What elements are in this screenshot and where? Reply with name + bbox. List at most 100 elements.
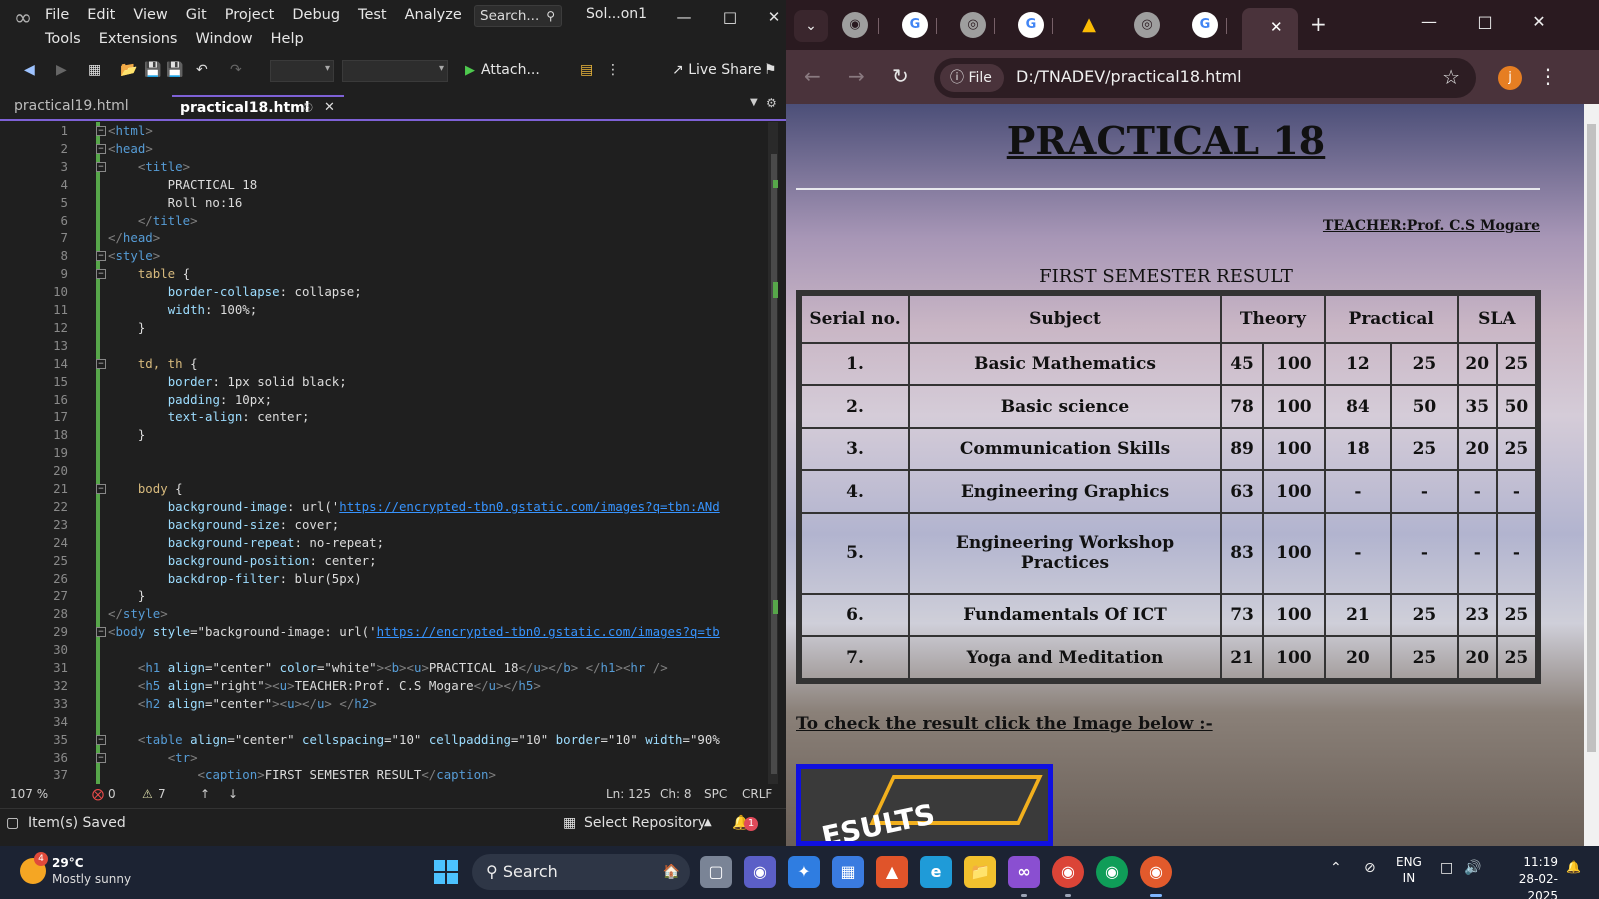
line-ending[interactable]: CRLF (742, 784, 772, 804)
down-arrow-icon[interactable]: ↓ (228, 784, 238, 804)
up-arrow-icon[interactable]: ↑ (200, 784, 210, 804)
fold-toggle-icon[interactable]: − (96, 161, 106, 172)
code-line[interactable]: 4 PRACTICAL 18 (8, 176, 760, 194)
code-line[interactable]: 35 − <table align="center" cellspacing="1… (8, 731, 760, 749)
windows-start-icon[interactable] (434, 860, 458, 884)
live-share-button[interactable]: ↗ Live Share (672, 60, 762, 80)
menu-kebab-icon[interactable]: ⋮ (1538, 64, 1558, 88)
url-text[interactable]: D:/TNADEV/practical18.html (1016, 67, 1242, 86)
undo-icon[interactable]: ↶ (196, 60, 208, 80)
code-line[interactable]: 34 (8, 713, 760, 731)
chevron-up-icon[interactable]: ⌃ (1330, 860, 1342, 876)
chrome-tab-icon[interactable]: ◉ (842, 12, 868, 38)
menu-help[interactable]: Help (262, 26, 313, 52)
code-line[interactable]: 32 <h5 align="right"><u>TEACHER:Prof. C.… (8, 677, 760, 695)
code-line[interactable]: 13 (8, 337, 760, 355)
menu-analyze[interactable]: Analyze (396, 2, 471, 28)
code-line[interactable]: 8 − <style> (8, 247, 760, 265)
solution-name[interactable]: Sol...on1 (586, 6, 647, 22)
feedback-icon[interactable]: ⚑ (764, 60, 777, 80)
settings-gear-icon[interactable]: ⚙ (766, 96, 777, 110)
fold-toggle-icon[interactable]: − (96, 358, 106, 369)
open-folder-icon[interactable]: 📂 (120, 60, 137, 80)
page-scrollbar[interactable] (1584, 104, 1599, 846)
code-line[interactable]: 27 } (8, 587, 760, 605)
code-line[interactable]: 19 (8, 444, 760, 462)
code-line[interactable]: 25 background-position: center; (8, 552, 760, 570)
volume-icon[interactable]: 🔊 (1464, 860, 1481, 876)
google-tab-icon[interactable]: G (902, 12, 928, 38)
menu-extensions[interactable]: Extensions (90, 26, 187, 52)
google-tab-icon[interactable]: G (1192, 12, 1218, 38)
pin-icon[interactable]: ⎋ (304, 97, 313, 119)
visual-studio-icon[interactable]: ∞ (1008, 856, 1040, 888)
editor-scrollbar[interactable] (768, 122, 778, 784)
menu-tools[interactable]: Tools (36, 26, 90, 52)
teams-icon[interactable]: ◉ (744, 856, 776, 888)
fold-toggle-icon[interactable]: − (96, 269, 106, 280)
close-icon[interactable]: ✕ (1524, 12, 1554, 31)
code-line[interactable]: 17 text-align: center; (8, 408, 760, 426)
code-line[interactable]: 12 } (8, 319, 760, 337)
fold-toggle-icon[interactable]: − (96, 734, 106, 745)
tab-practical19[interactable]: practical19.html (6, 95, 170, 119)
code-line[interactable]: 31 <h1 align="center" color="white"><b><… (8, 659, 760, 677)
code-line[interactable]: 16 padding: 10px; (8, 391, 760, 409)
code-line[interactable]: 6 </title> (8, 212, 760, 230)
menu-file[interactable]: File (36, 2, 78, 28)
select-repository[interactable]: Select Repository (584, 809, 706, 837)
menu-git[interactable]: Git (177, 2, 216, 28)
brave-icon[interactable]: ▲ (876, 856, 908, 888)
network-off-icon[interactable]: ⊘ (1364, 860, 1376, 876)
code-line[interactable]: 2 − <head> (8, 140, 760, 158)
page-scroll-thumb[interactable] (1587, 124, 1596, 752)
minimize-icon[interactable]: — (668, 4, 700, 30)
notification-icon[interactable]: 🔔 (1566, 860, 1581, 874)
menu-project[interactable]: Project (216, 2, 284, 28)
forward-nav-icon[interactable]: ▶ (56, 60, 67, 80)
spacing-mode[interactable]: SPC (704, 784, 727, 804)
menu-edit[interactable]: Edit (78, 2, 124, 28)
language-indicator[interactable]: ENG IN (1396, 854, 1422, 886)
chrome-profile-icon[interactable]: ◉ (1096, 856, 1128, 888)
close-tab-icon[interactable]: ✕ (1270, 18, 1283, 36)
warning-count[interactable]: 7 (158, 784, 166, 804)
taskbar-search[interactable]: ⚲ Search 🏠 (472, 854, 690, 890)
platform-dropdown[interactable] (342, 60, 448, 82)
minimize-icon[interactable]: — (1414, 12, 1444, 31)
maximize-icon[interactable]: □ (1470, 12, 1500, 31)
menu-window[interactable]: Window (186, 26, 261, 52)
config-dropdown[interactable] (270, 60, 334, 82)
clock[interactable]: 11:19 28-02-2025 (1494, 854, 1558, 899)
menu-test[interactable]: Test (349, 2, 396, 28)
active-tab[interactable]: ✕ (1242, 8, 1298, 50)
close-tab-icon[interactable]: ✕ (324, 97, 335, 119)
maximize-icon[interactable]: □ (714, 4, 746, 30)
copilot-icon[interactable]: ✦ (788, 856, 820, 888)
tab-practical18[interactable]: practical18.html ⎋ ✕ (172, 95, 344, 119)
zoom-level[interactable]: 107 % (10, 784, 48, 804)
code-line[interactable]: 22 background-image: url('https://encryp… (8, 498, 760, 516)
code-line[interactable]: 26 backdrop-filter: blur(5px) (8, 570, 760, 588)
code-line[interactable]: 3 − <title> (8, 158, 760, 176)
site-info-chip[interactable]: ⓘ File (940, 64, 1004, 92)
drive-tab-icon[interactable]: ▲ (1076, 12, 1102, 38)
results-image-link[interactable]: ESULTS (796, 764, 1053, 846)
chrome-active-icon[interactable]: ◉ (1140, 856, 1172, 888)
edge-icon[interactable]: e (920, 856, 952, 888)
fold-toggle-icon[interactable]: − (96, 126, 106, 136)
code-line[interactable]: 30 (8, 641, 760, 659)
code-line[interactable]: 23 background-size: cover; (8, 516, 760, 534)
error-count[interactable]: 0 (108, 784, 116, 804)
back-nav-icon[interactable]: ◀ (24, 60, 35, 80)
new-tab-icon[interactable]: + (1310, 12, 1327, 36)
fold-toggle-icon[interactable]: − (96, 752, 106, 763)
file-explorer-icon[interactable]: 📁 (964, 856, 996, 888)
store-icon[interactable]: ▦ (832, 856, 864, 888)
code-line[interactable]: 11 width: 100%; (8, 301, 760, 319)
code-editor[interactable]: 1− <html> 2− <head> 3− <title> 4 PRACTICAL 18… (8, 122, 778, 784)
fold-toggle-icon[interactable]: − (96, 143, 106, 154)
code-line[interactable]: 9 − table { (8, 265, 760, 283)
bookmark-star-icon[interactable]: ☆ (1442, 65, 1460, 89)
step-icon[interactable]: ⋮ (606, 60, 620, 80)
